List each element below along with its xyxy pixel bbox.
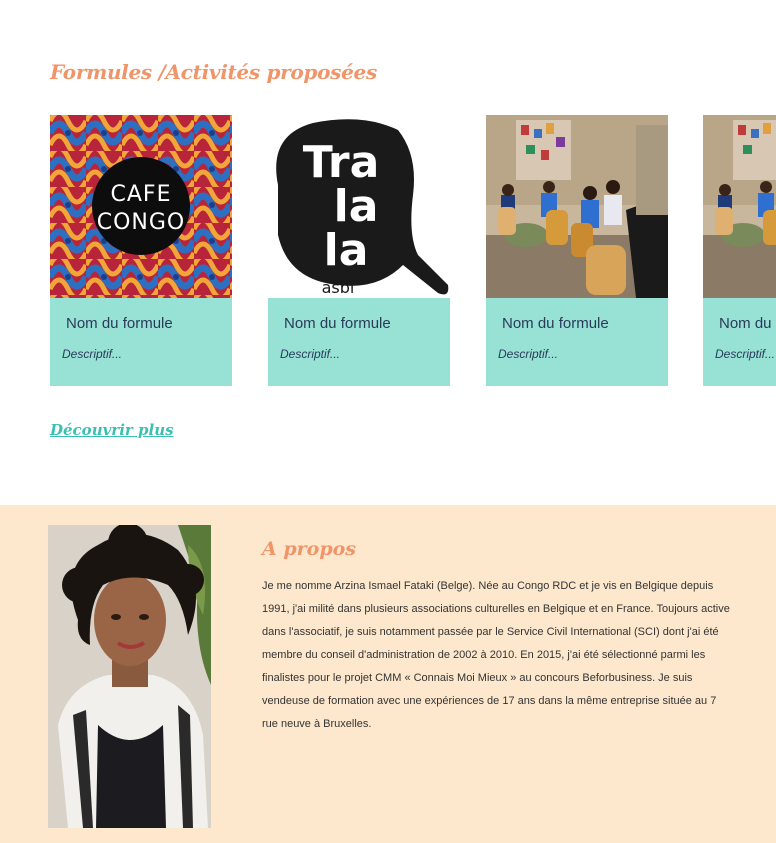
card-body: Nom du formule Descriptif... [703, 298, 776, 386]
tralala-asbl-logo: Tra la la asbl [268, 115, 450, 298]
discover-more-link[interactable]: Découvrir plus [50, 421, 174, 439]
tralala-text-3: la [324, 225, 369, 276]
card-description: Descriptif... [715, 347, 776, 361]
about-text: Je me nomme Arzina Ismael Fataki (Belge)… [262, 580, 730, 730]
activities-carousel: CAFE CONGO Nom du formule Descriptif... … [50, 115, 776, 386]
activity-card[interactable]: Nom du formule Descriptif... [486, 115, 668, 386]
tralala-sub-text: asbl [322, 278, 355, 297]
section-title: Formules /Activités proposées [50, 60, 377, 84]
card-description: Descriptif... [280, 347, 341, 361]
card-description: Descriptif... [498, 347, 559, 361]
activity-card[interactable]: Nom du formule Descriptif... [703, 115, 776, 386]
card-body: Nom du formule Descriptif... [486, 298, 668, 386]
card-title: Nom du formule [284, 315, 391, 332]
card-title: Nom du formule [719, 315, 776, 332]
card-title: Nom du formule [502, 315, 609, 332]
activities-section: Formules /Activités proposées CAFE CONGO… [0, 0, 776, 505]
about-section: A propos Je me nomme Arzina Ismael Fatak… [0, 505, 776, 843]
activity-card[interactable]: CAFE CONGO Nom du formule Descriptif... [50, 115, 232, 386]
cafe-logo-text-2: CONGO [97, 210, 186, 235]
activity-card[interactable]: Tra la la asbl Nom du formule Descriptif… [268, 115, 450, 386]
card-description: Descriptif... [62, 347, 123, 361]
about-title: A propos [262, 538, 356, 560]
card-body: Nom du formule Descriptif... [268, 298, 450, 386]
card-title: Nom du formule [66, 315, 173, 332]
card-body: Nom du formule Descriptif... [50, 298, 232, 386]
cafe-congo-logo: CAFE CONGO [50, 115, 232, 298]
cafe-logo-text-1: CAFE [111, 182, 172, 207]
drum-circle-photo [703, 115, 776, 298]
drum-circle-photo [486, 115, 668, 298]
profile-photo [48, 525, 211, 828]
